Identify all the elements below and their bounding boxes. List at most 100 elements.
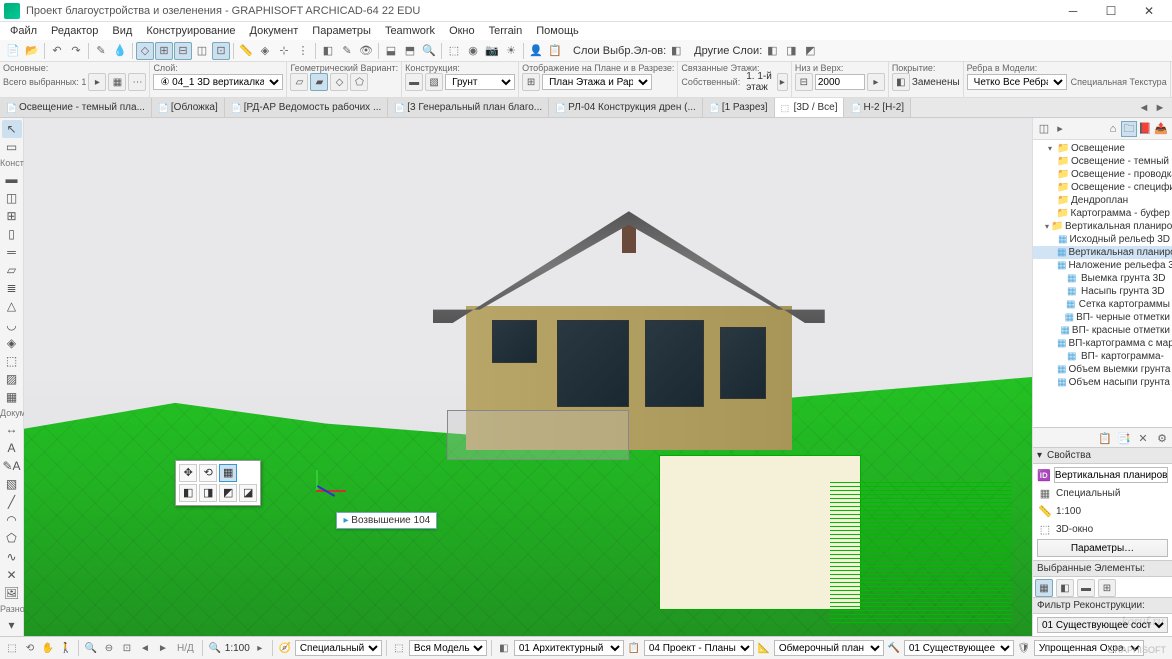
eyedrop-button[interactable]: 💧 xyxy=(111,42,129,60)
mesh-tool[interactable] xyxy=(2,388,22,406)
g3[interactable]: ◇ xyxy=(330,73,348,91)
layers-item-button[interactable]: 📋 xyxy=(546,42,564,60)
dimension-tool[interactable] xyxy=(2,420,22,438)
nav-home-icon[interactable]: ⌂ xyxy=(1105,121,1121,137)
nav-item[interactable]: 📁Освещение - проводка xyxy=(1033,168,1172,181)
nav-item[interactable]: 📁Картограмма - буфер xyxy=(1033,207,1172,220)
doc-tab[interactable]: 📄Н-2 [Н-2] xyxy=(844,98,911,117)
nav-new-icon[interactable]: 📋 xyxy=(1097,430,1113,446)
measure-button[interactable]: 📏 xyxy=(237,42,255,60)
pet-b1[interactable]: ◧ xyxy=(179,484,197,502)
sel-elem-header[interactable]: Выбранные Элементы: xyxy=(1033,560,1172,577)
morph-tool[interactable] xyxy=(2,334,22,352)
se1[interactable]: ▦ xyxy=(1035,579,1053,597)
sb-s5-icon[interactable]: 🛡 xyxy=(1016,640,1032,656)
pet-move-icon[interactable]: ✥ xyxy=(179,464,197,482)
nav-item[interactable]: ▦Объем насыпи грунта xyxy=(1033,376,1172,389)
polyline-tool[interactable] xyxy=(2,529,22,547)
e2[interactable]: ▸ xyxy=(867,73,885,91)
doc-tab[interactable]: 📄[РД-АР Ведомость рабочих ... xyxy=(225,98,389,117)
roof-tool[interactable] xyxy=(2,297,22,315)
c2[interactable]: ▧ xyxy=(425,73,443,91)
marquee-tool[interactable] xyxy=(2,138,22,156)
pet-b3[interactable]: ◩ xyxy=(219,484,237,502)
sb-zoom-arrow[interactable]: ▸ xyxy=(252,640,268,656)
object-tool[interactable] xyxy=(2,352,22,370)
constr-select[interactable]: Грунт xyxy=(445,74,515,90)
text-tool[interactable] xyxy=(2,439,22,457)
sb-orient-select[interactable]: Специальный xyxy=(295,640,382,656)
nav-item[interactable]: 📁Освещение - темный пла xyxy=(1033,155,1172,168)
menu-terrain[interactable]: Terrain xyxy=(483,24,529,38)
menu-файл[interactable]: Файл xyxy=(4,24,43,38)
nav-set-icon[interactable]: ⚙ xyxy=(1154,430,1170,446)
g4[interactable]: ⬠ xyxy=(350,73,368,91)
line-tool[interactable] xyxy=(2,493,22,511)
3d-viewport[interactable]: ✥ ⟲ ▦ ◧ ◨ ◩ ◪ Возвышение 104 xyxy=(24,118,1032,636)
menu-документ[interactable]: Документ xyxy=(244,24,305,38)
nav-item[interactable]: ▦Наложение рельефа 3D xyxy=(1033,259,1172,272)
nav-copy-icon[interactable]: 📑 xyxy=(1116,430,1132,446)
doc-tab[interactable]: 📄[3 Генеральный план благо... xyxy=(388,98,549,117)
c1[interactable]: ▬ xyxy=(405,73,423,91)
group-button[interactable]: ◫ xyxy=(193,42,211,60)
nav-item[interactable]: ▦ВП- черные отметки xyxy=(1033,311,1172,324)
menu-помощь[interactable]: Помощь xyxy=(530,24,585,38)
pet-b2[interactable]: ◨ xyxy=(199,484,217,502)
sb-prev-icon[interactable]: ◄ xyxy=(137,640,153,656)
sb-model-icon[interactable]: ⬚ xyxy=(391,640,407,656)
pen-button[interactable]: ✎ xyxy=(338,42,356,60)
nav-del-icon[interactable]: ✕ xyxy=(1135,430,1151,446)
section-button[interactable]: ⬓ xyxy=(382,42,400,60)
sb-s4[interactable]: 01 Существующее ... xyxy=(904,640,1014,656)
nav-item[interactable]: ▦Вертикальная планировк xyxy=(1033,246,1172,259)
new-button[interactable]: 📄 xyxy=(4,42,22,60)
guide-button[interactable]: ⊟ xyxy=(174,42,192,60)
menu-teamwork[interactable]: Teamwork xyxy=(379,24,441,38)
g2[interactable]: ▰ xyxy=(310,73,328,91)
layers-sel-icon[interactable]: ◧ xyxy=(667,42,685,60)
layer-select[interactable]: ④ 04_1 3D вертикалка (KO) xyxy=(153,74,283,90)
nav-item[interactable]: ▾📁Освещение xyxy=(1033,142,1172,155)
zone-tool[interactable] xyxy=(2,370,22,388)
misc-tool[interactable]: ▾ xyxy=(2,616,22,634)
menu-окно[interactable]: Окно xyxy=(443,24,481,38)
sb-walk-icon[interactable]: 🚶 xyxy=(58,640,74,656)
maximize-button[interactable]: ☐ xyxy=(1092,0,1130,22)
other-layers-2[interactable]: ◨ xyxy=(782,42,800,60)
detail-button[interactable]: 🔍 xyxy=(420,42,438,60)
nav-item[interactable]: ▦Объем выемки грунта xyxy=(1033,363,1172,376)
open-button[interactable]: 📂 xyxy=(23,42,41,60)
elev-input[interactable] xyxy=(815,74,865,90)
se3[interactable]: ▬ xyxy=(1077,579,1095,597)
render-button[interactable]: ◉ xyxy=(464,42,482,60)
suspend-button[interactable]: ⊡ xyxy=(212,42,230,60)
menu-конструирование[interactable]: Конструирование xyxy=(140,24,241,38)
pet-palette[interactable]: ✥ ⟲ ▦ ◧ ◨ ◩ ◪ xyxy=(175,460,261,506)
origin-gizmo[interactable] xyxy=(316,470,356,510)
sb-next-icon[interactable]: ► xyxy=(155,640,171,656)
arrow-tool[interactable] xyxy=(2,120,22,138)
camera-button[interactable]: 📷 xyxy=(483,42,501,60)
sb-model-select[interactable]: Вся Модель xyxy=(409,640,487,656)
nav-item[interactable]: ▦Выемка грунта 3D xyxy=(1033,272,1172,285)
doc-tab[interactable]: 📄РЛ-04 Конструкция дрен (... xyxy=(549,98,703,117)
stair-tool[interactable] xyxy=(2,279,22,297)
sb-orient-icon[interactable]: 🧭 xyxy=(277,640,293,656)
nav-item[interactable]: 📁Дендроплан xyxy=(1033,194,1172,207)
nav-item[interactable]: ▦ВП- красные отметки xyxy=(1033,324,1172,337)
redo-button[interactable]: ↷ xyxy=(67,42,85,60)
nav-tab-1[interactable]: ◫ xyxy=(1036,121,1052,137)
label-tool[interactable]: ✎A xyxy=(2,457,22,475)
window-tool[interactable] xyxy=(2,207,22,225)
navigator-tree[interactable]: ▾📁Освещение📁Освещение - темный пла📁Освещ… xyxy=(1033,140,1172,427)
sb-s3-icon[interactable]: 📐 xyxy=(756,640,772,656)
p1[interactable]: ⊞ xyxy=(522,73,540,91)
sb-orbit-icon[interactable]: ⟲ xyxy=(22,640,38,656)
nav-item[interactable]: ▦Исходный рельеф 3D xyxy=(1033,233,1172,246)
sb-s4-icon[interactable]: 🔨 xyxy=(886,640,902,656)
3d-button[interactable]: ⬚ xyxy=(445,42,463,60)
nav-map-icon[interactable]: 🗀 xyxy=(1121,121,1137,137)
nav-tab-2[interactable]: ▸ xyxy=(1052,121,1068,137)
e1[interactable]: ⊟ xyxy=(795,73,813,91)
